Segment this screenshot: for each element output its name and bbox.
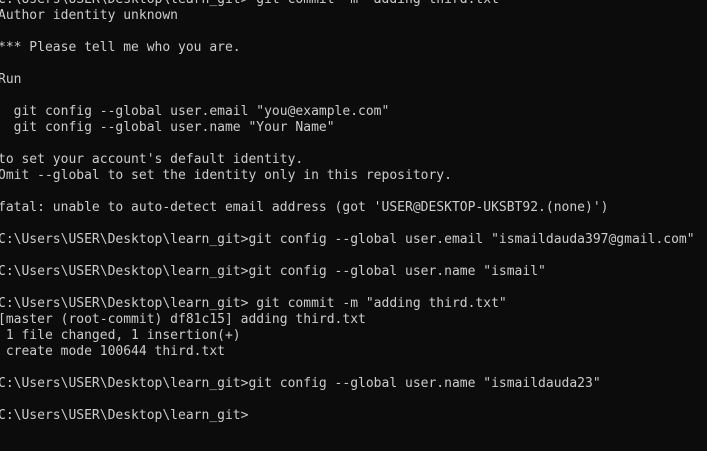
- terminal-line-error: Author identity unknown: [0, 8, 179, 23]
- terminal-line-command: C:\Users\USER\Desktop\learn_git>git conf…: [0, 264, 546, 279]
- terminal-line-hint: git config --global user.email "you@exam…: [0, 104, 390, 119]
- terminal-prompt[interactable]: C:\Users\USER\Desktop\learn_git>: [0, 408, 707, 424]
- terminal-line-output: 1 file changed, 1 insertion(+): [0, 328, 241, 343]
- terminal-line-error: fatal: unable to auto-detect email addre…: [0, 200, 609, 215]
- terminal-line-hint: git config --global user.name "Your Name…: [0, 120, 335, 135]
- terminal-line-message: to set your account's default identity.: [0, 152, 304, 167]
- terminal-line-message: Omit --global to set the identity only i…: [0, 168, 452, 183]
- terminal-line-message: *** Please tell me who you are.: [0, 40, 241, 55]
- terminal-line-command: C:\Users\USER\Desktop\learn_git>git conf…: [0, 376, 601, 391]
- terminal-line-command: C:\Users\USER\Desktop\learn_git>git conf…: [0, 232, 695, 247]
- terminal-output[interactable]: C:\Users\USER\Desktop\learn_git> git com…: [0, 0, 707, 451]
- terminal-line-output: create mode 100644 third.txt: [0, 344, 225, 359]
- terminal-line-message: Run: [0, 72, 22, 87]
- terminal-line-command: C:\Users\USER\Desktop\learn_git> git com…: [0, 0, 707, 8]
- terminal-line-output: [master (root-commit) df81c15] adding th…: [0, 312, 366, 327]
- terminal-line-command: C:\Users\USER\Desktop\learn_git> git com…: [0, 296, 507, 311]
